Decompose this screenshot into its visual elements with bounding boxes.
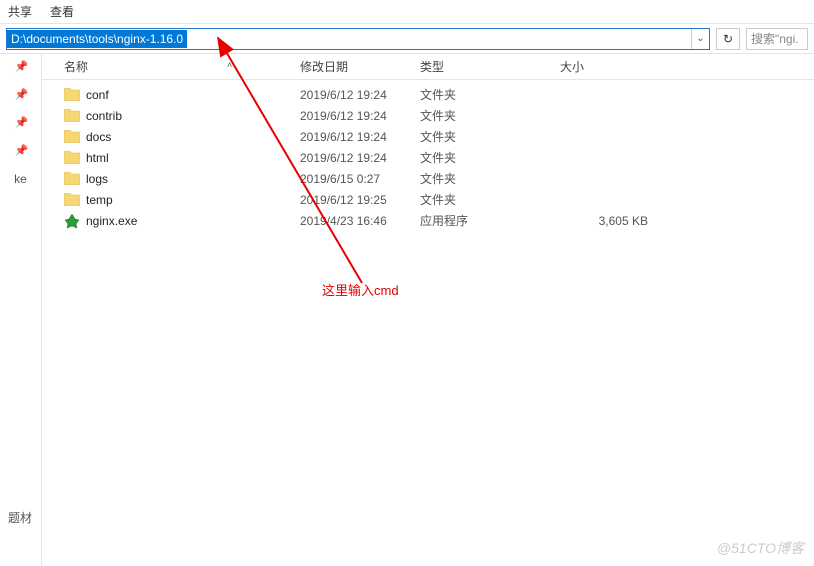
search-placeholder: 搜索"ngi. (751, 30, 799, 47)
search-input[interactable]: 搜索"ngi. (746, 28, 808, 50)
sort-indicator-icon: ˄ (227, 60, 232, 70)
file-name-label: html (86, 151, 109, 165)
file-row[interactable]: contrib 2019/6/12 19:24文件夹 (42, 105, 814, 126)
pin-icon[interactable]: 📌 (15, 144, 27, 156)
file-name-cell: docs (42, 130, 300, 144)
file-rows: conf2019/6/12 19:24文件夹contrib2019/6/12 1… (42, 80, 814, 231)
file-type-cell: 文件夹 (420, 128, 560, 145)
folder-icon (64, 151, 80, 164)
file-name-cell: html (42, 151, 300, 165)
chevron-down-icon[interactable]: ⌄ (691, 29, 709, 49)
main-area: 📌 📌 📌 📌 ke 题材 名称 ˄ 修改日期 类型 大小 conf 2019/6… (0, 54, 814, 566)
file-date-cell: 2019/6/12 19:25 (300, 193, 420, 207)
address-bar[interactable]: D:\documents\tools\nginx-1.16.0 ⌄ (6, 28, 710, 50)
file-date-cell: 2019/6/12 19:24 (300, 109, 420, 123)
file-row[interactable]: docs 2019/6/12 19:24文件夹 (42, 126, 814, 147)
refresh-icon: ↻ (723, 32, 733, 46)
file-date-cell: 2019/6/12 19:24 (300, 88, 420, 102)
file-type-cell: 文件夹 (420, 191, 560, 208)
file-name-label: conf (86, 88, 109, 102)
file-size-cell: 3,605 KB (560, 214, 660, 228)
menu-share[interactable]: 共享 (8, 3, 32, 20)
file-date-cell: 2019/6/15 0:27 (300, 172, 420, 186)
annotation-text: 这里输入cmd (322, 280, 399, 299)
file-name-cell: temp (42, 193, 300, 207)
column-headers: 名称 ˄ 修改日期 类型 大小 (42, 54, 814, 80)
folder-icon (64, 172, 80, 185)
file-type-cell: 应用程序 (420, 212, 560, 229)
file-row[interactable]: conf 2019/6/12 19:24文件夹 (42, 84, 814, 105)
file-date-cell: 2019/6/12 19:24 (300, 151, 420, 165)
folder-icon (64, 193, 80, 206)
file-name-cell: conf (42, 88, 300, 102)
file-name-cell: contrib (42, 109, 300, 123)
file-date-cell: 2019/6/12 19:24 (300, 130, 420, 144)
file-name-cell: logs (42, 172, 300, 186)
file-type-cell: 文件夹 (420, 86, 560, 103)
address-row: D:\documents\tools\nginx-1.16.0 ⌄ ↻ 搜索"n… (0, 24, 814, 54)
sidebar-label: 题材 (8, 509, 32, 526)
folder-icon (64, 88, 80, 101)
file-name-label: nginx.exe (86, 214, 137, 228)
file-type-cell: 文件夹 (420, 149, 560, 166)
column-header-size[interactable]: 大小 (560, 58, 660, 75)
column-header-name[interactable]: 名称 (42, 58, 300, 75)
exe-icon (64, 213, 80, 229)
file-date-cell: 2019/4/23 16:46 (300, 214, 420, 228)
file-type-cell: 文件夹 (420, 170, 560, 187)
file-row[interactable]: temp 2019/6/12 19:25文件夹 (42, 189, 814, 210)
column-header-date[interactable]: 修改日期 (300, 58, 420, 75)
column-header-type[interactable]: 类型 (420, 58, 560, 75)
menu-view[interactable]: 查看 (50, 3, 74, 20)
file-name-label: docs (86, 130, 111, 144)
file-list-pane: 名称 ˄ 修改日期 类型 大小 conf2019/6/12 19:24文件夹co… (42, 54, 814, 566)
address-path[interactable]: D:\documents\tools\nginx-1.16.0 (7, 30, 187, 48)
pin-icon[interactable]: 📌 (15, 88, 27, 100)
file-name-label: contrib (86, 109, 122, 123)
pin-icon[interactable]: 📌 (15, 116, 27, 128)
file-row[interactable]: html 2019/6/12 19:24文件夹 (42, 147, 814, 168)
file-row[interactable]: nginx.exe 2019/4/23 16:46应用程序3,605 KB (42, 210, 814, 231)
file-name-label: logs (86, 172, 108, 186)
pin-icon[interactable]: 📌 (15, 60, 27, 72)
file-type-cell: 文件夹 (420, 107, 560, 124)
column-header-name-label: 名称 (64, 58, 88, 75)
file-name-cell: nginx.exe (42, 213, 300, 229)
folder-icon (64, 130, 80, 143)
menu-bar: 共享 查看 (0, 0, 814, 24)
column-header-date-label: 修改日期 (300, 58, 348, 75)
column-header-size-label: 大小 (560, 58, 584, 75)
refresh-button[interactable]: ↻ (716, 28, 740, 50)
sidebar: 📌 📌 📌 📌 ke 题材 (0, 54, 42, 566)
watermark: @51CTO博客 (717, 538, 804, 558)
folder-icon (64, 109, 80, 122)
file-name-label: temp (86, 193, 113, 207)
sidebar-label: ke (14, 172, 27, 186)
column-header-type-label: 类型 (420, 58, 444, 75)
file-row[interactable]: logs 2019/6/15 0:27文件夹 (42, 168, 814, 189)
